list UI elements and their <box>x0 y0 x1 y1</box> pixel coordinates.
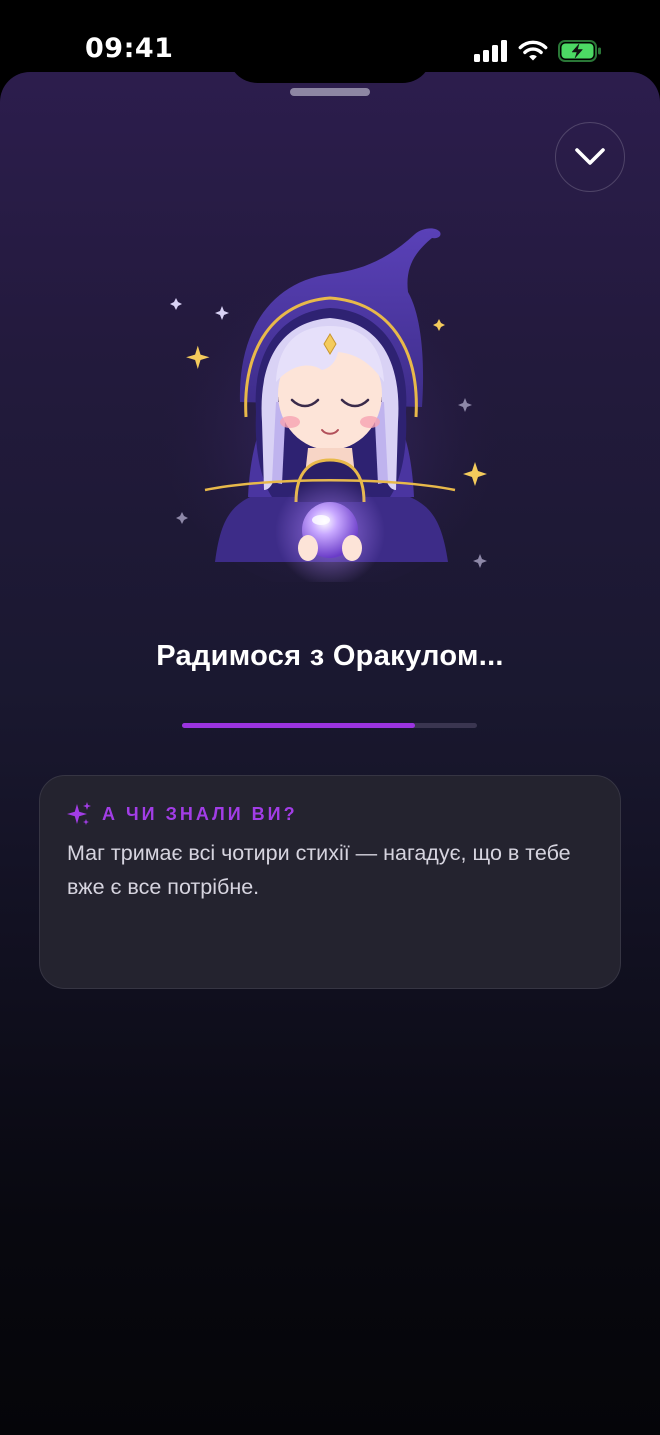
fact-header: А ЧИ ЗНАЛИ ВИ? <box>66 801 298 827</box>
fact-label: А ЧИ ЗНАЛИ ВИ? <box>102 803 298 824</box>
dynamic-island <box>228 24 432 83</box>
cellular-signal-icon <box>474 40 507 62</box>
wifi-icon <box>518 40 548 61</box>
progress-fill <box>182 723 416 728</box>
chevron-down-icon <box>575 148 605 165</box>
status-bar: 09:41 <box>0 0 660 83</box>
loading-title: Радимося з Оракулом... <box>156 640 504 672</box>
status-time: 09:41 <box>85 33 174 64</box>
sheet-grabber[interactable] <box>290 88 370 96</box>
fact-card: А ЧИ ЗНАЛИ ВИ? Маг тримає всі чотири сти… <box>39 775 621 989</box>
collapse-button[interactable] <box>555 122 625 192</box>
progress-bar <box>182 723 477 728</box>
fact-text: Маг тримає всі чотири стихії — нагадує, … <box>67 841 571 899</box>
battery-charging-icon <box>558 40 601 62</box>
screen: 09:41 Радимося з Оракулом... А ЧИ ЗНАЛИ … <box>0 0 660 1435</box>
oracle-wizard-illustration <box>160 228 500 582</box>
status-icons <box>474 40 602 62</box>
bottom-sheet: Радимося з Оракулом... А ЧИ ЗНАЛИ ВИ? Ма… <box>0 72 660 1435</box>
sparkles-icon <box>67 802 91 825</box>
